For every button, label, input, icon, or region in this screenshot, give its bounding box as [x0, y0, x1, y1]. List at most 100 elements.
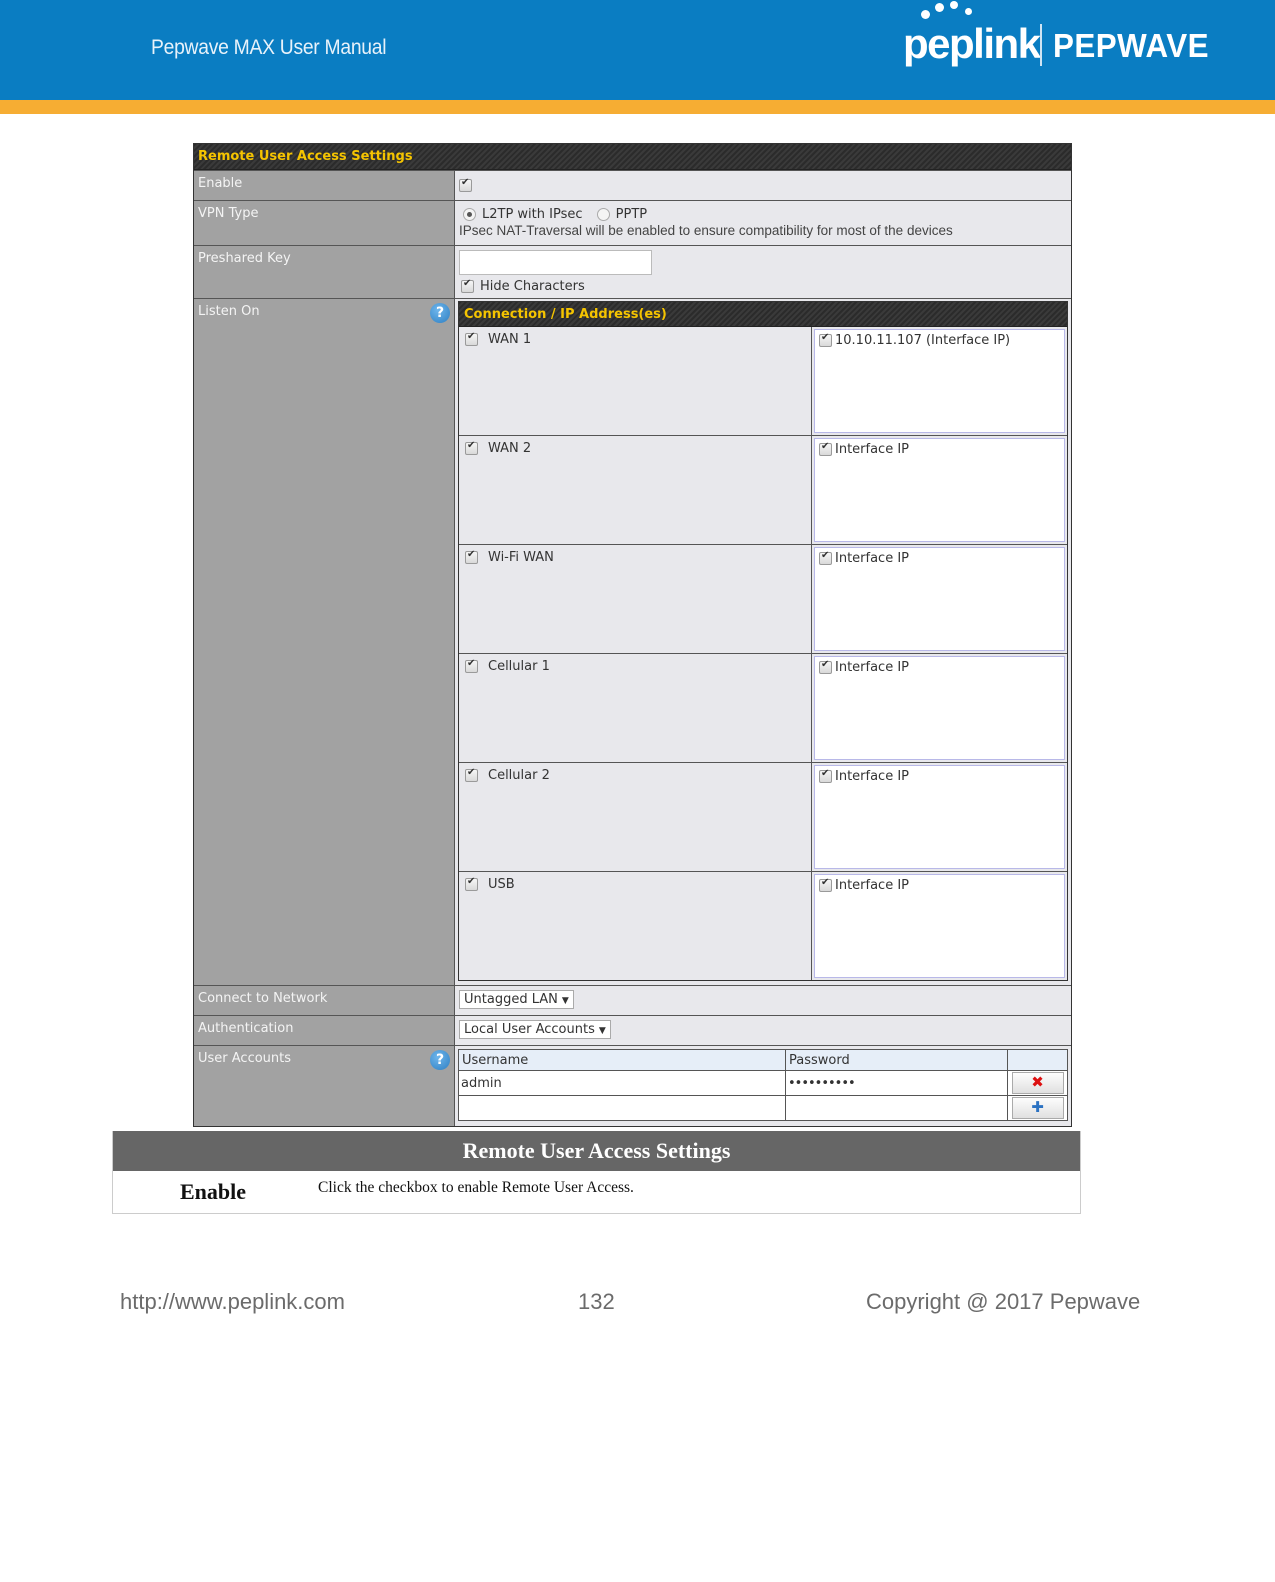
- remote-user-access-panel: Remote User Access Settings Enable VPN T…: [193, 143, 1072, 1127]
- ip-address-label: Interface IP: [835, 551, 910, 566]
- enable-row: Enable: [194, 170, 1071, 200]
- connection-name-cell: WAN 2: [459, 436, 812, 544]
- connection-checkbox[interactable]: [465, 440, 478, 455]
- panel-header: Remote User Access Settings: [194, 144, 1071, 170]
- enable-checkbox[interactable]: [459, 177, 472, 192]
- ip-address-list: Interface IP: [814, 874, 1065, 978]
- action-column-header: [1007, 1049, 1068, 1071]
- connection-name-cell: Wi-Fi WAN: [459, 545, 812, 653]
- ip-address-list: 10.10.11.107 (Interface IP): [814, 329, 1065, 433]
- password-column-header: Password: [785, 1049, 1008, 1071]
- authentication-label: Authentication: [194, 1016, 455, 1045]
- connection-name-cell: Cellular 1: [459, 654, 812, 762]
- connection-name: USB: [488, 877, 515, 892]
- connect-to-network-select[interactable]: Untagged LAN ▼: [459, 990, 574, 1009]
- user-accounts-row: User Accounts ? Username Password admin …: [194, 1045, 1071, 1126]
- hide-characters-label: Hide Characters: [480, 279, 585, 294]
- manual-header-band: Pepwave MAX User Manual peplink PEPWAVE: [0, 0, 1275, 100]
- connection-name: Wi-Fi WAN: [488, 550, 554, 565]
- preshared-key-label: Preshared Key: [194, 246, 455, 298]
- pptp-radio-label: PPTP: [615, 207, 648, 222]
- ip-address-list: Interface IP: [814, 765, 1065, 869]
- ip-address-label: 10.10.11.107 (Interface IP): [835, 333, 1011, 348]
- connection-row: USB Interface IP: [459, 871, 1067, 980]
- connection-row: Wi-Fi WAN Interface IP: [459, 544, 1067, 653]
- connection-checkbox[interactable]: [465, 331, 478, 346]
- description-row: Enable Click the checkbox to enable Remo…: [113, 1171, 1080, 1213]
- settings-description-table: Remote User Access Settings Enable Click…: [112, 1131, 1081, 1214]
- help-icon[interactable]: ?: [430, 1050, 450, 1070]
- connection-row: WAN 1 10.10.11.107 (Interface IP): [459, 327, 1067, 435]
- ip-address-label: Interface IP: [835, 878, 910, 893]
- new-user-row: ✚: [458, 1095, 1068, 1121]
- connect-to-network-label: Connect to Network: [194, 986, 455, 1015]
- vpn-type-row: VPN Type L2TP with IPsec PPTP IPsec NAT-…: [194, 200, 1071, 245]
- logo-pepwave-text: PEPWAVE: [1053, 27, 1210, 64]
- ip-address-checkbox[interactable]: [819, 332, 832, 347]
- connect-to-network-row: Connect to Network Untagged LAN ▼: [194, 985, 1071, 1015]
- connection-row: WAN 2 Interface IP: [459, 435, 1067, 544]
- description-text: Click the checkbox to enable Remote User…: [318, 1179, 634, 1196]
- plus-icon: ✚: [1031, 1098, 1044, 1116]
- username-cell[interactable]: admin: [458, 1070, 786, 1096]
- new-username-cell[interactable]: [458, 1095, 786, 1121]
- connection-checkbox[interactable]: [465, 658, 478, 673]
- header-accent-stripe: [0, 100, 1275, 114]
- authentication-value: Local User Accounts: [464, 1022, 595, 1037]
- connection-row: Cellular 2 Interface IP: [459, 762, 1067, 871]
- dropdown-arrow-icon: ▼: [598, 1026, 606, 1036]
- new-password-cell[interactable]: [785, 1095, 1008, 1121]
- listen-on-label-cell: Listen On ?: [194, 299, 455, 985]
- connect-to-network-value: Untagged LAN: [464, 992, 558, 1007]
- user-account-row: admin •••••••••• ✖: [458, 1070, 1068, 1096]
- delete-user-button[interactable]: ✖: [1011, 1072, 1064, 1094]
- description-table-title: Remote User Access Settings: [113, 1131, 1080, 1171]
- description-key: Enable: [179, 1179, 247, 1204]
- user-accounts-label: User Accounts: [198, 1051, 292, 1066]
- connection-table-title: Connection / IP Address(es): [464, 307, 667, 322]
- ip-address-checkbox[interactable]: [819, 877, 832, 892]
- ip-address-list: Interface IP: [814, 438, 1065, 542]
- ip-address-checkbox[interactable]: [819, 768, 832, 783]
- panel-title: Remote User Access Settings: [198, 149, 413, 164]
- delete-x-icon: ✖: [1031, 1073, 1044, 1091]
- connection-name: WAN 2: [488, 441, 532, 456]
- connection-name-cell: Cellular 2: [459, 763, 812, 871]
- listen-on-label: Listen On: [198, 304, 260, 319]
- preshared-key-input[interactable]: [459, 250, 652, 275]
- ip-address-checkbox[interactable]: [819, 441, 832, 456]
- connection-row: Cellular 1 Interface IP: [459, 653, 1067, 762]
- footer-page-number: 132: [578, 1289, 615, 1314]
- user-accounts-table: Username Password admin •••••••••• ✖ ✚: [458, 1049, 1068, 1121]
- l2tp-radio[interactable]: [463, 208, 476, 221]
- hide-characters-checkbox[interactable]: [461, 278, 474, 293]
- preshared-key-row: Preshared Key Hide Characters: [194, 245, 1071, 298]
- connection-name: WAN 1: [488, 332, 532, 347]
- connection-checkbox[interactable]: [465, 767, 478, 782]
- logo-separator: [1040, 24, 1042, 66]
- add-user-button[interactable]: ✚: [1011, 1097, 1064, 1119]
- connection-name-cell: WAN 1: [459, 327, 812, 435]
- footer-copyright: Copyright @ 2017 Pepwave: [866, 1289, 1141, 1314]
- nat-traversal-note: IPsec NAT-Traversal will be enabled to e…: [459, 223, 953, 238]
- listen-on-row: Listen On ? Connection / IP Address(es) …: [194, 298, 1071, 985]
- connection-name: Cellular 1: [488, 659, 550, 674]
- vpn-type-label: VPN Type: [194, 201, 455, 245]
- connection-name-cell: USB: [459, 872, 812, 980]
- connection-checkbox[interactable]: [465, 876, 478, 891]
- authentication-select[interactable]: Local User Accounts ▼: [459, 1020, 611, 1039]
- logo-peplink-text: peplink: [903, 20, 1041, 67]
- ip-address-checkbox[interactable]: [819, 659, 832, 674]
- manual-title: Pepwave MAX User Manual: [151, 36, 387, 59]
- ip-address-checkbox[interactable]: [819, 550, 832, 565]
- footer-url: http://www.peplink.com: [120, 1289, 345, 1314]
- password-cell[interactable]: ••••••••••: [785, 1070, 1008, 1096]
- help-icon[interactable]: ?: [430, 303, 450, 323]
- pptp-radio[interactable]: [596, 208, 610, 221]
- ip-address-label: Interface IP: [835, 660, 910, 675]
- ip-address-label: Interface IP: [835, 442, 910, 457]
- connection-table-header: Connection / IP Address(es): [459, 302, 1067, 327]
- connection-name: Cellular 2: [488, 768, 550, 783]
- username-column-header: Username: [458, 1049, 786, 1071]
- connection-checkbox[interactable]: [465, 549, 478, 564]
